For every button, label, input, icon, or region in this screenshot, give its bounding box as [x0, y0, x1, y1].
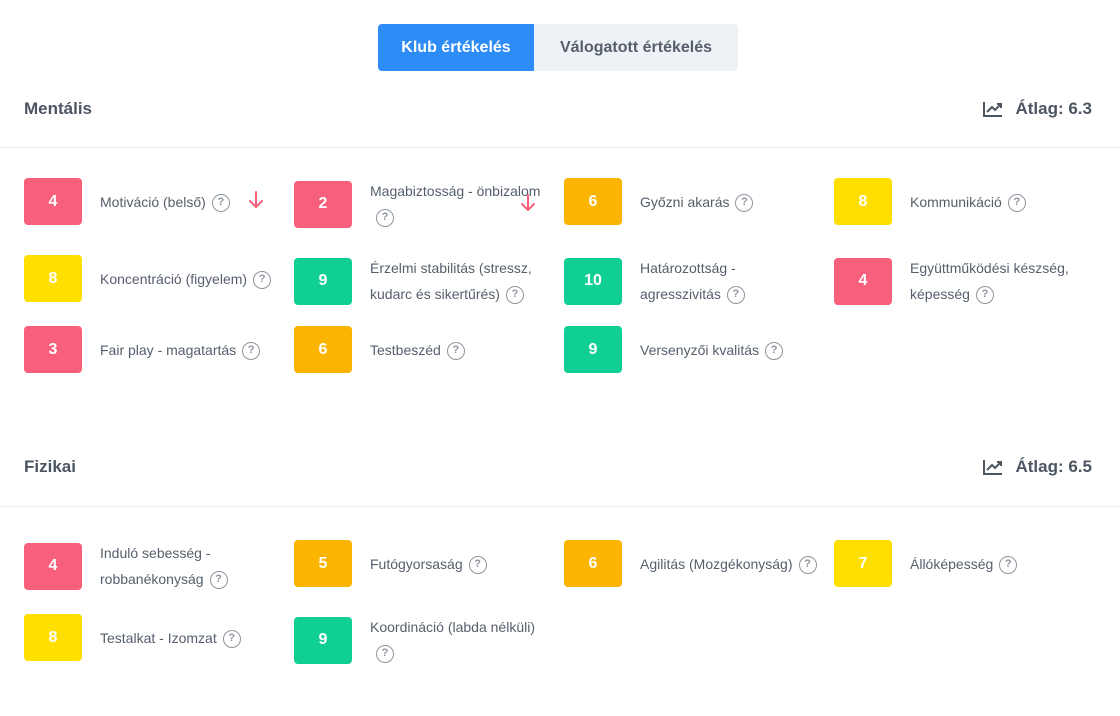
score-badge: 4: [24, 542, 82, 590]
attribute-name: Agilitás (Mozgékonyság): [640, 555, 793, 572]
score-badge: 9: [564, 326, 622, 373]
help-icon[interactable]: ?: [1007, 193, 1026, 212]
score-badge: 4: [834, 257, 892, 305]
attribute-label: Koncentráció (figyelem)?: [100, 266, 280, 292]
score-badge: 10: [564, 257, 622, 305]
attribute-label: Győzni akarás?: [640, 189, 820, 215]
attribute-name: Győzni akarás: [640, 193, 730, 210]
average-value: Átlag: 6.3: [1015, 99, 1092, 118]
score-badge: 8: [24, 614, 82, 661]
arrow-down-icon: [521, 194, 535, 211]
score-badge: 3: [24, 326, 82, 373]
attribute-label: Kommunikáció?: [910, 189, 1090, 215]
attribute-name: Állóképesség: [910, 555, 994, 572]
attribute-label: Testbeszéd?: [370, 337, 550, 363]
divider: [0, 147, 1120, 148]
score-badge: 6: [564, 178, 622, 225]
average-display: Átlag: 6.5: [983, 457, 1092, 477]
attribute-label: Versenyzői kvalitás?: [640, 337, 820, 363]
attribute-label: Fair play - magatartás?: [100, 337, 280, 363]
score-badge: 8: [834, 178, 892, 225]
section-title: Fizikai: [24, 457, 76, 476]
section-header-physical: Fizikai Átlag: 6.5: [0, 442, 1120, 492]
attribute-item: 7 Állóképesség?: [834, 540, 1090, 587]
attribute-item: 2 Magabiztosság - önbizalom?: [294, 178, 550, 230]
attribute-name: Koncentráció (figyelem): [100, 270, 248, 287]
attribute-label: Testalkat - Izomzat?: [100, 625, 280, 651]
score-badge: 8: [24, 255, 82, 302]
score-badge: 5: [294, 540, 352, 587]
attribute-item: 9 Versenyzői kvalitás?: [564, 326, 820, 373]
help-icon[interactable]: ?: [468, 555, 487, 574]
help-icon[interactable]: ?: [211, 193, 230, 212]
attribute-item: 9 Koordináció (labda nélküli)?: [294, 614, 550, 666]
help-icon[interactable]: ?: [222, 629, 241, 648]
attribute-item: 8 Testalkat - Izomzat?: [24, 614, 280, 661]
help-icon[interactable]: ?: [999, 555, 1018, 574]
attribute-name: Határozottság - agresszivitás: [640, 260, 736, 302]
help-icon[interactable]: ?: [726, 286, 745, 305]
help-icon[interactable]: ?: [209, 571, 228, 590]
score-badge: 9: [294, 616, 352, 664]
attribute-name: Testbeszéd: [370, 341, 441, 358]
score-badge: 6: [294, 326, 352, 373]
tab-club-evaluation[interactable]: Klub értékelés: [378, 24, 534, 71]
attribute-label: Együttműködési készség, képesség?: [910, 255, 1090, 307]
tab-national-evaluation[interactable]: Válogatott értékelés: [534, 24, 738, 71]
trend-chart-icon: [983, 460, 1003, 475]
attribute-item: 5 Futógyorsaság?: [294, 540, 550, 587]
arrow-down-icon: [249, 191, 263, 208]
attribute-item: 10 Határozottság - agresszivitás?: [564, 255, 820, 307]
attribute-item: 6 Agilitás (Mozgékonyság)?: [564, 540, 820, 587]
attribute-name: Futógyorsaság: [370, 555, 463, 572]
score-badge: 9: [294, 257, 352, 305]
attribute-name: Testalkat - Izomzat: [100, 629, 217, 646]
evaluation-tabs: Klub értékelés Válogatott értékelés: [378, 24, 738, 71]
score-badge: 4: [24, 178, 82, 225]
help-icon[interactable]: ?: [975, 286, 994, 305]
attribute-item: 8 Kommunikáció?: [834, 178, 1090, 225]
attribute-label: Agilitás (Mozgékonyság)?: [640, 551, 820, 577]
score-badge: 2: [294, 180, 352, 228]
section-title: Mentális: [24, 99, 93, 118]
attribute-label: Futógyorsaság?: [370, 551, 550, 577]
help-icon[interactable]: ?: [242, 341, 261, 360]
help-icon[interactable]: ?: [765, 341, 784, 360]
help-icon[interactable]: ?: [505, 286, 524, 305]
help-icon[interactable]: ?: [376, 209, 394, 228]
score-badge: 7: [834, 540, 892, 587]
help-icon[interactable]: ?: [376, 645, 394, 664]
attribute-name: Magabiztosság - önbizalom: [370, 183, 541, 199]
section-header-mental: Mentális Átlag: 6.3: [0, 84, 1120, 134]
score-badge: 6: [564, 540, 622, 587]
attribute-name: Motiváció (belső): [100, 193, 206, 210]
help-icon[interactable]: ?: [253, 270, 272, 289]
attribute-label: Állóképesség?: [910, 551, 1090, 577]
attribute-item: 4 Motiváció (belső)?: [24, 178, 280, 225]
attribute-item: 6 Győzni akarás?: [564, 178, 820, 225]
attribute-label: Érzelmi stabilitás (stressz, kudarc és s…: [370, 255, 550, 307]
average-display: Átlag: 6.3: [983, 99, 1092, 119]
divider: [0, 506, 1120, 507]
attribute-name: Induló sebesség - robbanékonyság: [100, 545, 211, 587]
attribute-name: Kommunikáció: [910, 193, 1002, 210]
attribute-name: Versenyzői kvalitás: [640, 341, 760, 358]
attribute-label: Koordináció (labda nélküli)?: [370, 614, 550, 666]
attribute-name: Fair play - magatartás: [100, 341, 237, 358]
trend-chart-icon: [983, 102, 1003, 117]
help-icon[interactable]: ?: [798, 555, 817, 574]
attribute-item: 4 Induló sebesség - robbanékonyság?: [24, 540, 280, 592]
average-value: Átlag: 6.5: [1015, 457, 1092, 476]
attribute-item: 3 Fair play - magatartás?: [24, 326, 280, 373]
attribute-name: Koordináció (labda nélküli): [370, 619, 535, 635]
attribute-label: Induló sebesség - robbanékonyság?: [100, 540, 280, 592]
attribute-item: 4 Együttműködési készség, képesség?: [834, 255, 1090, 307]
help-icon[interactable]: ?: [446, 341, 465, 360]
attribute-item: 6 Testbeszéd?: [294, 326, 550, 373]
attribute-item: 8 Koncentráció (figyelem)?: [24, 255, 280, 302]
help-icon[interactable]: ?: [735, 193, 754, 212]
attribute-item: 9 Érzelmi stabilitás (stressz, kudarc és …: [294, 255, 550, 307]
attribute-label: Határozottság - agresszivitás?: [640, 255, 820, 307]
